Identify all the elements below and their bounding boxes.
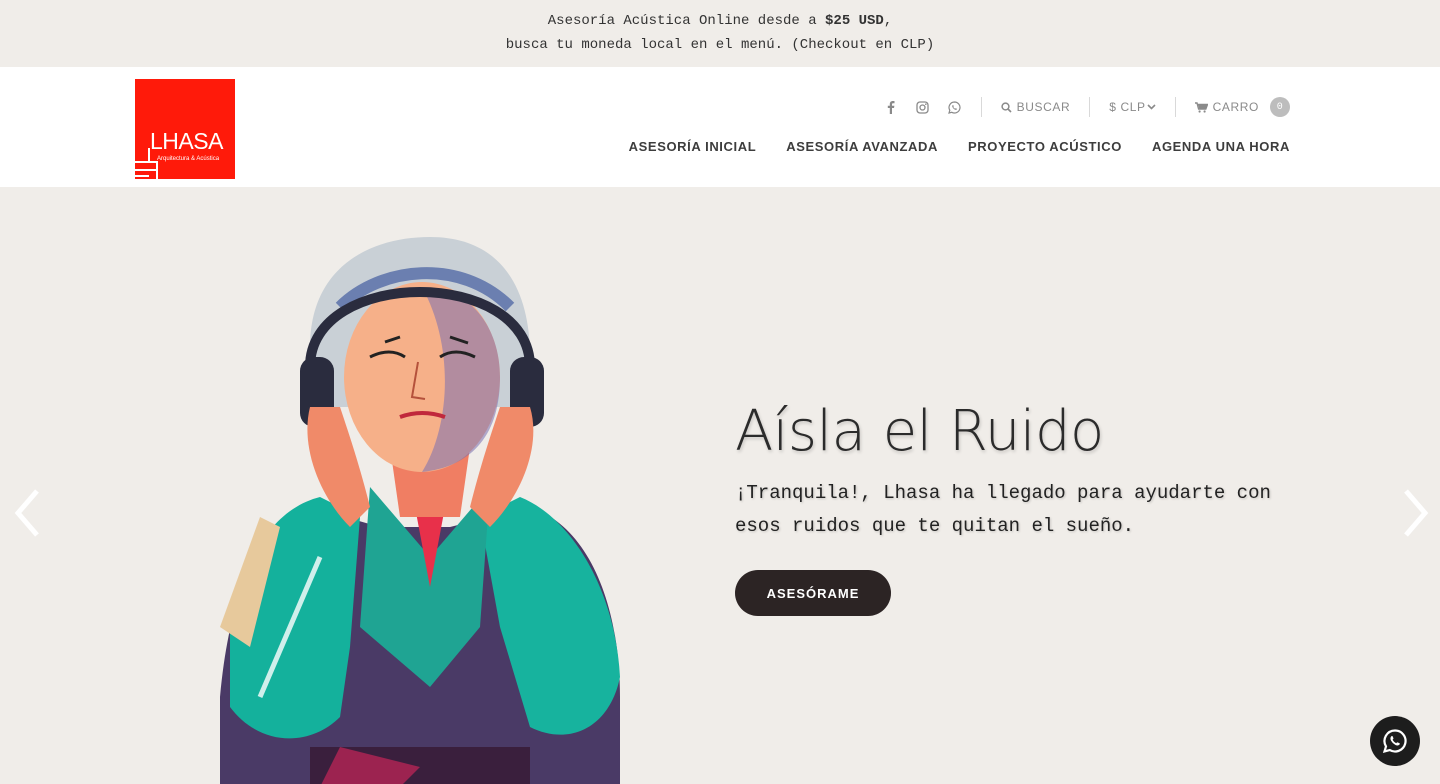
search-label: BUSCAR <box>1016 100 1071 114</box>
announcement-bar: Asesoría Acústica Online desde a $25 USD… <box>0 0 1440 67</box>
utility-bar: BUSCAR $ CLP CARRO 0 <box>866 95 1290 119</box>
utility-divider <box>980 97 982 117</box>
site-logo[interactable]: LHASA Arquitectura & Acústica <box>135 79 235 179</box>
hero-slider: Aísla el Ruido ¡Tranquila!, Lhasa ha lle… <box>0 187 1440 784</box>
announcement-line-1: Asesoría Acústica Online desde a $25 USD… <box>0 9 1440 33</box>
main-nav: ASESORÍA INICIAL ASESORÍA AVANZADA PROYE… <box>629 139 1290 154</box>
cart-label: CARRO <box>1212 100 1259 114</box>
asesorame-button[interactable]: ASESÓRAME <box>735 570 891 616</box>
currency-selector[interactable]: $ CLP <box>1109 100 1156 114</box>
chevron-left-icon[interactable] <box>13 487 43 539</box>
whatsapp-icon[interactable] <box>948 100 962 114</box>
announcement-text: Asesoría Acústica Online desde a <box>547 13 826 29</box>
whatsapp-chat-button[interactable] <box>1370 716 1420 766</box>
utility-divider <box>1174 97 1176 117</box>
site-header: LHASA Arquitectura & Acústica BUSCAR $ C… <box>0 67 1440 187</box>
currency-label: $ CLP <box>1109 100 1146 114</box>
cart-count-badge: 0 <box>1270 97 1290 117</box>
instagram-icon[interactable] <box>916 100 930 114</box>
cart-button[interactable]: CARRO 0 <box>1194 97 1290 117</box>
whatsapp-icon <box>1382 729 1407 754</box>
hero-illustration <box>220 237 620 784</box>
utility-divider <box>1089 97 1091 117</box>
search-icon <box>1001 101 1012 113</box>
hero-title: Aísla el Ruido <box>735 399 1104 464</box>
facebook-icon[interactable] <box>884 100 898 114</box>
search-button[interactable]: BUSCAR <box>1001 100 1071 114</box>
nav-item-asesoria-avanzada[interactable]: ASESORÍA AVANZADA <box>786 139 938 154</box>
cart-icon <box>1194 101 1208 113</box>
logo-name: LHASA <box>150 128 223 154</box>
announcement-line-2: busca tu moneda local en el menú. (Check… <box>505 37 935 53</box>
nav-item-asesoria-inicial[interactable]: ASESORÍA INICIAL <box>629 139 757 154</box>
chevron-right-icon[interactable] <box>1400 487 1430 539</box>
hero-subtitle: ¡Tranquila!, Lhasa ha llegado para ayuda… <box>735 482 1271 537</box>
announcement-price: $25 USD <box>825 13 884 29</box>
announcement-comma: , <box>883 13 893 29</box>
nav-item-agenda-una-hora[interactable]: AGENDA UNA HORA <box>1152 139 1290 154</box>
nav-item-proyecto-acustico[interactable]: PROYECTO ACÚSTICO <box>968 139 1122 154</box>
chevron-down-icon <box>1147 104 1156 110</box>
logo-tagline: Arquitectura & Acústica <box>157 156 220 162</box>
